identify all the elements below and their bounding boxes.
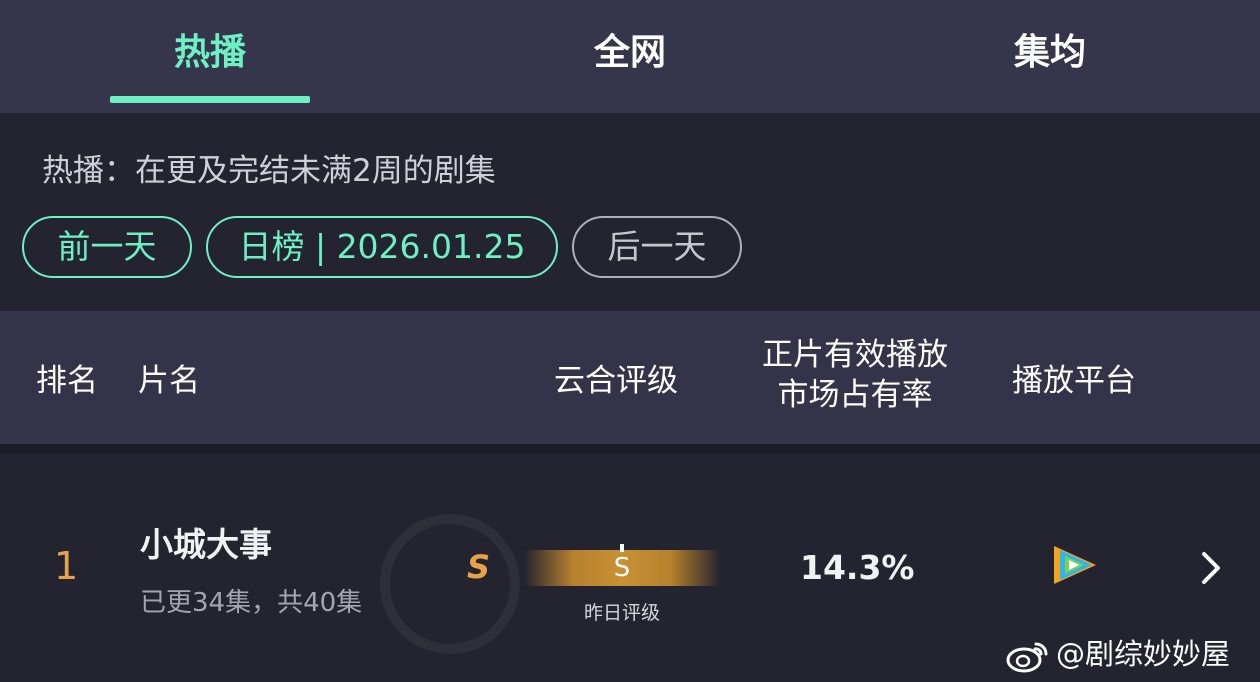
row-grade: S <box>467 548 491 586</box>
tencent-video-icon[interactable] <box>1048 542 1100 588</box>
row-episode-status: 已更34集，共40集 <box>140 588 363 618</box>
weibo-icon <box>1006 642 1048 673</box>
next-day-button[interactable]: 后一天 <box>572 216 742 278</box>
row-market-share: 14.3% <box>800 548 915 587</box>
weibo-handle: @剧综妙妙屋 <box>1056 637 1231 671</box>
ranking-description: 热播：在更及完结未满2周的剧集 <box>42 153 496 189</box>
tab-episode-average[interactable]: 集均 <box>930 28 1170 78</box>
header-market-share: 正片有效播放 市场占有率 <box>760 335 950 415</box>
tab-hot[interactable]: 热播 <box>90 28 330 78</box>
info-panel: 热播：在更及完结未满2周的剧集 前一天 日榜 | 2026.01.25 后一天 <box>0 113 1260 311</box>
header-platform: 播放平台 <box>1012 363 1136 399</box>
yesterday-grade: S <box>613 553 631 583</box>
header-market-share-line1: 正片有效播放 <box>762 337 948 373</box>
row-divider <box>0 444 1260 454</box>
weibo-watermark: @剧综妙妙屋 <box>1006 634 1230 674</box>
top-tab-bar: 热播 全网 集均 <box>0 0 1260 113</box>
row-title: 小城大事 <box>140 525 272 564</box>
header-title: 片名 <box>138 363 200 399</box>
date-selector[interactable]: 日榜 | 2026.01.25 <box>206 216 558 278</box>
chevron-right-icon[interactable] <box>1196 548 1226 588</box>
header-market-share-line2: 市场占有率 <box>777 377 933 413</box>
prev-day-button[interactable]: 前一天 <box>22 216 192 278</box>
header-rank: 排名 <box>36 363 98 399</box>
header-rating: 云合评级 <box>554 363 678 399</box>
tab-all-network[interactable]: 全网 <box>510 28 750 78</box>
active-tab-indicator <box>110 96 310 103</box>
table-header: 排名 片名 云合评级 正片有效播放 市场占有率 播放平台 <box>0 311 1260 444</box>
yesterday-grade-caption: 昨日评级 <box>583 602 660 624</box>
watermark-logo-icon <box>380 514 520 654</box>
table-row[interactable]: 1 小城大事 已更34集，共40集 S S 昨日评级 14.3% @剧综妙妙屋 <box>0 444 1260 682</box>
row-rank: 1 <box>54 544 79 588</box>
